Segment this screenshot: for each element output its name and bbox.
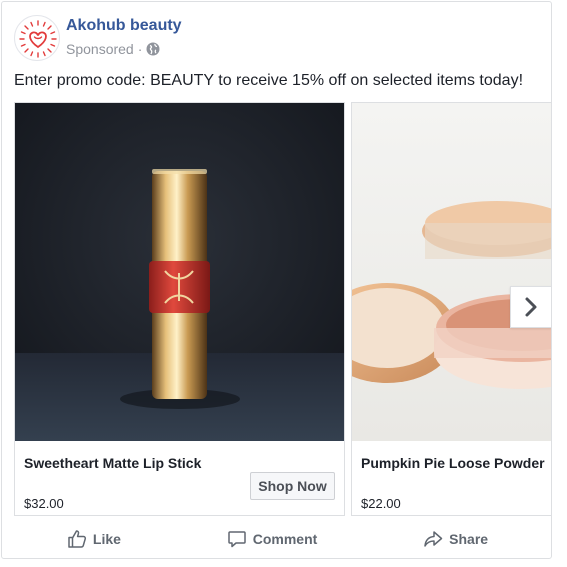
heart-logo-icon [19,20,57,58]
share-button[interactable]: Share [423,529,488,549]
share-label: Share [449,531,489,547]
carousel-card[interactable]: Sweetheart Matte Lip Stick Shop Now $32.… [14,102,345,516]
product-price: $22.00 [361,496,401,511]
comment-label: Comment [252,531,318,547]
powder-image[interactable] [352,103,551,441]
like-button[interactable]: Like [67,529,121,549]
lipstick-image[interactable] [15,103,344,441]
thumbs-up-icon [68,530,86,548]
brand-name-link[interactable]: Akohub beauty [66,17,182,35]
brand-logo[interactable] [14,15,60,61]
comment-button[interactable]: Comment [227,529,318,549]
meta-separator: · [137,41,143,57]
sponsored-label[interactable]: Sponsored [66,41,134,57]
comment-icon [228,531,246,548]
sponsored-meta: Sponsored · [66,41,160,57]
sponsored-post: Akohub beauty Sponsored · Enter promo co… [1,1,552,559]
product-title[interactable]: Sweetheart Matte Lip Stick [24,455,201,471]
carousel-next-button[interactable] [510,286,551,328]
like-label: Like [92,531,121,547]
product-price: $32.00 [24,496,64,511]
post-message: Enter promo code: BEAUTY to receive 15% … [14,72,524,89]
chevron-right-icon [525,297,537,317]
post-action-bar: Like Comment Share [14,519,541,558]
product-carousel: Sweetheart Matte Lip Stick Shop Now $32.… [14,102,551,519]
product-title[interactable]: Pumpkin Pie Loose Powder [361,455,545,471]
globe-icon[interactable] [146,42,160,56]
share-icon [424,531,443,547]
shop-now-button[interactable]: Shop Now [250,472,335,500]
